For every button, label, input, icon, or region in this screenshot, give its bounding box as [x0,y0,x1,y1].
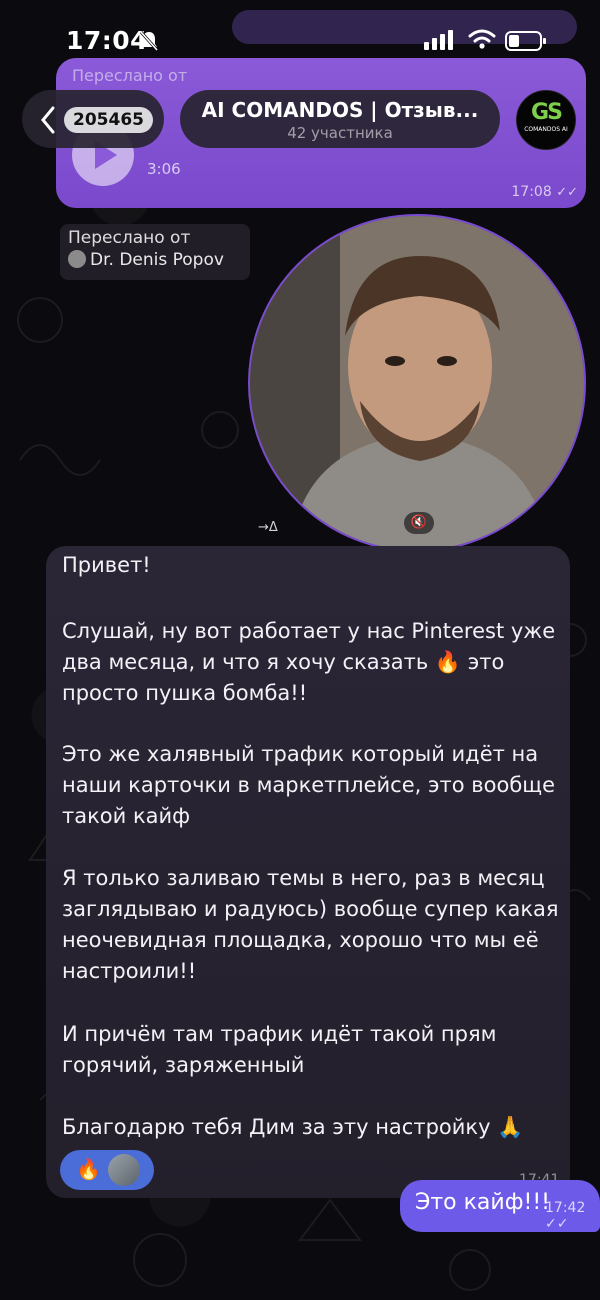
status-bar: 17:04 [0,0,600,82]
fire-reaction-icon: 🔥 [76,1157,101,1181]
message-line: Я только заливаю темы в него, раз в меся… [62,866,545,890]
forwarded-from-box[interactable]: Переслано от Dr. Denis Popov [60,224,250,280]
wifi-icon [468,29,496,49]
forwarded-author: Dr. Denis Popov [68,250,242,270]
message-line: настроили!! [62,959,197,983]
message-line: наши карточки в маркетплейсе, это вообще [62,773,555,797]
video-frame-person [250,216,584,550]
message-line: два месяца, и что я хочу сказать 🔥 это [62,650,505,674]
message-line: Это же халявный трафик который идёт на [62,742,539,766]
voice-message-time: 17:08 ✓✓ [511,184,578,200]
message-line: такой кайф [62,804,191,828]
chat-title: AI COMANDOS | Отзыв... [201,98,479,122]
speaker-muted-icon[interactable]: 🔇 [404,512,434,534]
message-line: горячий, заряженный [62,1053,305,1077]
chat-title-pill[interactable]: AI COMANDOS | Отзыв... 42 участника [180,90,500,148]
chat-avatar[interactable]: GS COMANDOS AI [516,90,576,150]
video-view-indicator: →Δ [258,520,278,535]
battery-icon [505,31,546,51]
read-ticks-icon: ✓✓ [545,1216,569,1232]
outgoing-message-text: Это кайф!!! [415,1190,550,1215]
status-time: 17:04 [66,26,149,55]
voice-duration: 3:06 [147,160,181,178]
message-line: заглядываю и радуюсь) вообще супер какая [62,897,559,921]
avatar-logo: GS [531,100,563,125]
chat-participants: 42 участника [287,124,393,142]
forwarded-label: Переслано от [68,228,191,248]
avatar-text: COMANDOS AI [524,126,568,133]
message-line: Благодарю тебя Дим за эту настройку 🙏 [62,1115,524,1139]
message-line: просто пушка бомба!! [62,681,308,705]
unread-count-badge: 205465 [64,107,153,133]
chevron-left-icon [41,106,55,134]
outgoing-message-time: 17:42 ✓✓ [545,1200,586,1232]
reaction-pill[interactable]: 🔥 [60,1150,154,1190]
signal-icon [424,30,453,50]
read-ticks-icon: ✓✓ [556,185,578,200]
reactor-avatar [108,1154,140,1186]
author-avatar [68,250,86,268]
message-line: неочевидная площадка, хорошо что мы её [62,928,539,952]
video-message-circle[interactable] [248,214,586,552]
message-line: И причём там трафик идёт такой прям [62,1022,497,1046]
message-line: Привет! [62,553,151,577]
message-line: Слушай, ну вот работает у нас Pinterest … [62,619,556,643]
bell-muted-icon [139,31,159,51]
